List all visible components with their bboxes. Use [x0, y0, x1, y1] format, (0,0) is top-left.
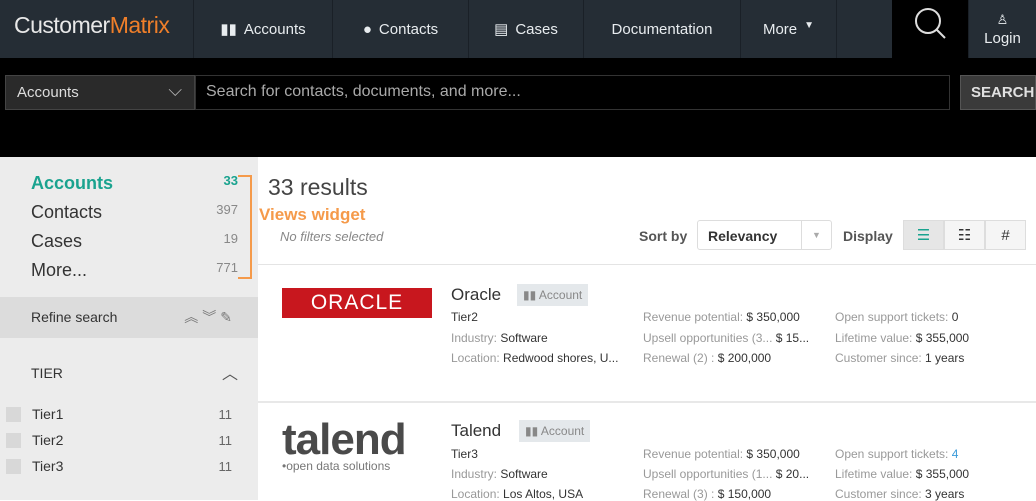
filters-status: No filters selected [280, 229, 384, 244]
facet-title: TIER [31, 365, 63, 381]
view-contacts[interactable]: Contacts 397 [31, 202, 238, 223]
tier: Tier2 [451, 310, 478, 324]
search-toggle[interactable] [892, 0, 968, 58]
annotation-bracket [238, 175, 252, 279]
facet-tier1[interactable]: Tier1 11 [6, 406, 232, 422]
sort-label: Sort by [639, 228, 688, 244]
checkbox[interactable] [6, 432, 21, 448]
nav-spacer [836, 0, 892, 58]
chevron-up-icon[interactable]: ︿ [222, 360, 238, 384]
sort-select[interactable]: Relevancy ▼ [697, 220, 832, 250]
display-grid-button[interactable]: # [985, 220, 1026, 250]
user-icon: ● [362, 20, 372, 38]
revenue: Revenue potential: $ 350,000 [643, 447, 800, 461]
nav-accounts[interactable]: ▮▮ Accounts [193, 0, 332, 58]
upsell: Upsell opportunities (1... $ 20... [643, 467, 810, 481]
renewal: Renewal (3) : $ 150,000 [643, 487, 772, 501]
customer-since: Customer since: 3 years [835, 487, 965, 501]
logo[interactable]: CustomerMatrix [14, 12, 170, 39]
facet-tier2[interactable]: Tier2 11 [6, 432, 232, 448]
top-nav: CustomerMatrix ▮▮ Accounts ● Contacts ▤ Cas… [0, 0, 1036, 58]
talend-logo[interactable]: talend •open data solutions [282, 418, 442, 474]
chevron-down-icon: ⌵ [168, 80, 182, 100]
annotation-label: Views widget [259, 205, 366, 224]
edit-icon[interactable]: ✎ [220, 309, 236, 325]
building-icon: ▮▮ [220, 21, 237, 38]
nav-documentation[interactable]: Documentation [583, 0, 740, 58]
facet-tier3[interactable]: Tier3 11 [6, 458, 232, 474]
search-scope-select[interactable]: Accounts ⌵ [5, 75, 195, 110]
display-list-button[interactable]: ☰ [903, 220, 944, 250]
customer-since: Customer since: 1 years [835, 351, 965, 365]
industry: Industry: Software [451, 331, 548, 345]
divider [258, 264, 1036, 265]
lifetime-value: Lifetime value: $ 355,000 [835, 331, 970, 345]
divider [258, 401, 1036, 403]
nav-contacts[interactable]: ● Contacts [332, 0, 468, 58]
type-badge: ▮▮ Account [517, 284, 589, 306]
search-button[interactable]: SEARCH [960, 75, 1036, 110]
user-outline-icon: ♙ [996, 11, 1009, 27]
upsell: Upsell opportunities (3... $ 15... [643, 331, 810, 345]
location: Location: Los Altos, USA [451, 487, 584, 501]
caret-down-icon: ▼ [804, 19, 815, 31]
view-more[interactable]: More... 771 [31, 260, 238, 281]
display-label: Display [843, 228, 893, 244]
collapse-all-icon[interactable]: ︾ [202, 309, 220, 325]
revenue: Revenue potential: $ 350,000 [643, 310, 800, 324]
checkbox[interactable] [6, 458, 21, 474]
renewal: Renewal (2) : $ 200,000 [643, 351, 772, 365]
building-icon: ▮▮ [523, 288, 539, 302]
tickets: Open support tickets: 0 [835, 310, 959, 324]
caret-down-icon: ▼ [801, 221, 831, 249]
search-input[interactable]: Search for contacts, documents, and more… [195, 75, 950, 110]
results-count: 33 results [268, 174, 368, 200]
checkbox[interactable] [6, 406, 21, 422]
result-name[interactable]: Oracle [451, 285, 501, 305]
refine-search-bar: Refine search ︽︾✎ [0, 297, 258, 338]
display-compact-button[interactable]: ☷ [944, 220, 985, 250]
view-cases[interactable]: Cases 19 [31, 231, 238, 252]
case-icon: ▤ [494, 21, 509, 38]
location: Location: Redwood shores, U... [451, 351, 619, 365]
type-badge: ▮▮ Account [519, 420, 591, 442]
tickets: Open support tickets: 4 [835, 447, 959, 461]
oracle-logo[interactable]: ORACLE [282, 288, 432, 318]
login-button[interactable]: ♙ Login [968, 0, 1036, 58]
tickets-link[interactable]: 4 [952, 447, 959, 461]
building-icon: ▮▮ [525, 424, 541, 438]
expand-all-icon[interactable]: ︽ [184, 309, 202, 325]
result-name[interactable]: Talend [451, 421, 501, 441]
nav-cases[interactable]: ▤ Cases [468, 0, 583, 58]
industry: Industry: Software [451, 467, 548, 481]
lifetime-value: Lifetime value: $ 355,000 [835, 467, 970, 481]
nav-more[interactable]: More ▼ [740, 0, 836, 58]
list-icon: ☰ [916, 227, 931, 244]
grid-icon: # [1001, 226, 1010, 244]
view-accounts[interactable]: Accounts 33 [31, 173, 238, 194]
two-column-list-icon: ☷ [957, 227, 972, 244]
tier: Tier3 [451, 447, 478, 461]
search-icon [915, 8, 946, 39]
